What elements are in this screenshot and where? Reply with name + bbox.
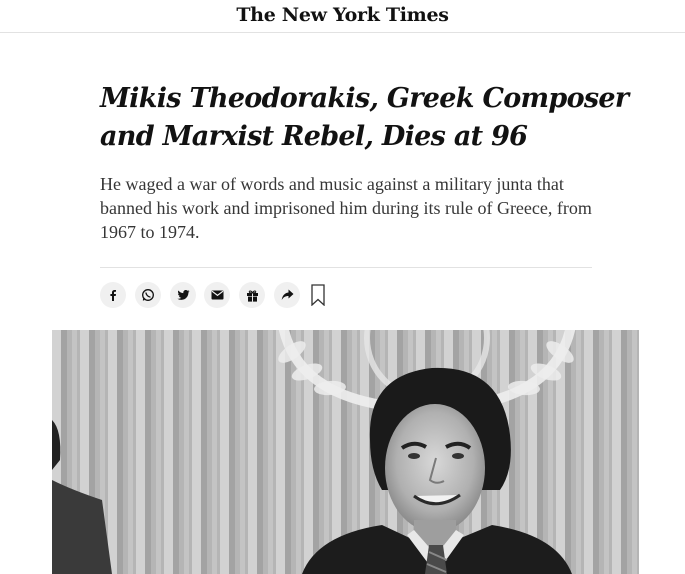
facebook-share-button[interactable] [100,282,126,308]
article-summary: He waged a war of words and music agains… [100,174,592,242]
email-icon [211,290,223,300]
share-arrow-icon [281,289,293,300]
gift-icon [246,289,258,302]
whatsapp-icon [142,289,154,301]
facebook-icon [110,290,116,301]
more-share-button[interactable] [274,282,300,308]
twitter-share-button[interactable] [170,282,196,308]
masthead: The New York Times [0,0,685,33]
share-toolbar [100,282,340,308]
article-headline: Mikis Theodorakis, Greek Composer and Ma… [100,83,629,152]
lead-photo [52,330,639,574]
nyt-logo[interactable]: The New York Times [236,4,449,26]
whatsapp-share-button[interactable] [135,282,161,308]
bookmark-icon [311,284,325,306]
portrait-photo-image [52,330,639,574]
gift-article-button[interactable] [239,282,265,308]
twitter-icon [177,290,189,300]
save-article-button[interactable] [308,282,328,308]
email-share-button[interactable] [204,282,230,308]
divider [100,267,592,268]
